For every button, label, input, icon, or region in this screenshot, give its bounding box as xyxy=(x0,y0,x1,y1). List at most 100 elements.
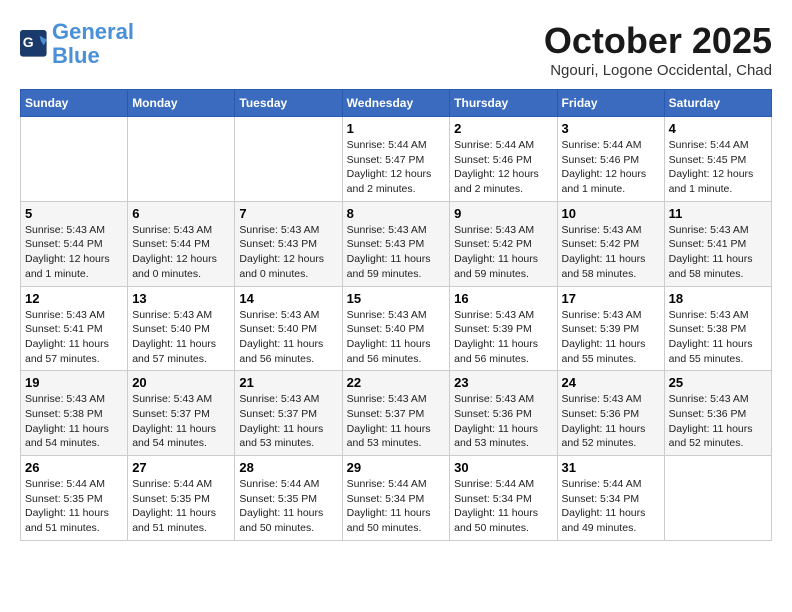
logo-text: General Blue xyxy=(52,20,134,68)
day-number: 26 xyxy=(25,460,123,475)
calendar-cell: 4Sunrise: 5:44 AM Sunset: 5:45 PM Daylig… xyxy=(664,117,771,202)
day-number: 14 xyxy=(239,291,337,306)
cell-info: Sunrise: 5:43 AM Sunset: 5:38 PM Dayligh… xyxy=(669,308,767,367)
calendar-cell: 20Sunrise: 5:43 AM Sunset: 5:37 PM Dayli… xyxy=(128,371,235,456)
day-number: 27 xyxy=(132,460,230,475)
day-number: 21 xyxy=(239,375,337,390)
cell-info: Sunrise: 5:43 AM Sunset: 5:38 PM Dayligh… xyxy=(25,392,123,451)
calendar-header-saturday: Saturday xyxy=(664,90,771,117)
calendar: SundayMondayTuesdayWednesdayThursdayFrid… xyxy=(20,89,772,541)
calendar-cell xyxy=(128,117,235,202)
calendar-cell: 12 Sunrise: 5:43 AM Sunset: 5:41 PM Dayli… xyxy=(21,286,128,371)
day-number: 30 xyxy=(454,460,552,475)
calendar-cell: 11 Sunrise: 5:43 AM Sunset: 5:41 PM Dayli… xyxy=(664,201,771,286)
svg-text:G: G xyxy=(23,34,34,50)
cell-info: Sunrise: 5:44 AM Sunset: 5:34 PM Dayligh… xyxy=(562,477,660,536)
cell-info: Sunrise: 5:44 AM Sunset: 5:34 PM Dayligh… xyxy=(347,477,446,536)
day-number: 31 xyxy=(562,460,660,475)
day-number: 2 xyxy=(454,121,552,136)
cell-info: Sunrise: 5:43 AM Sunset: 5:36 PM Dayligh… xyxy=(669,392,767,451)
cell-info: Sunrise: 5:44 AM Sunset: 5:46 PM Dayligh… xyxy=(562,138,660,197)
day-number: 7 xyxy=(239,206,337,221)
logo: G General Blue xyxy=(20,20,134,68)
calendar-header-thursday: Thursday xyxy=(450,90,557,117)
cell-info: Sunrise: 5:43 AM Sunset: 5:43 PM Dayligh… xyxy=(347,223,446,282)
title-section: October 2025 Ngouri, Logone Occidental, … xyxy=(544,20,772,79)
day-number: 28 xyxy=(239,460,337,475)
cell-info: Sunrise: 5:44 AM Sunset: 5:45 PM Dayligh… xyxy=(669,138,767,197)
calendar-week-row: 12 Sunrise: 5:43 AM Sunset: 5:41 PM Dayli… xyxy=(21,286,772,371)
calendar-header-wednesday: Wednesday xyxy=(342,90,450,117)
calendar-cell: 15 Sunrise: 5:43 AM Sunset: 5:40 PM Dayli… xyxy=(342,286,450,371)
day-number: 24 xyxy=(562,375,660,390)
calendar-cell xyxy=(235,117,342,202)
calendar-header-row: SundayMondayTuesdayWednesdayThursdayFrid… xyxy=(21,90,772,117)
day-number: 15 xyxy=(347,291,446,306)
calendar-cell: 13 Sunrise: 5:43 AM Sunset: 5:40 PM Dayli… xyxy=(128,286,235,371)
cell-info: Sunrise: 5:44 AM Sunset: 5:35 PM Dayligh… xyxy=(132,477,230,536)
day-number: 18 xyxy=(669,291,767,306)
cell-info: Sunrise: 5:43 AM Sunset: 5:37 PM Dayligh… xyxy=(132,392,230,451)
calendar-week-row: 1Sunrise: 5:44 AM Sunset: 5:47 PM Daylig… xyxy=(21,117,772,202)
cell-info: Sunrise: 5:43 AM Sunset: 5:41 PM Dayligh… xyxy=(25,308,123,367)
day-number: 22 xyxy=(347,375,446,390)
cell-info: Sunrise: 5:43 AM Sunset: 5:44 PM Dayligh… xyxy=(25,223,123,282)
cell-info: Sunrise: 5:43 AM Sunset: 5:43 PM Dayligh… xyxy=(239,223,337,282)
day-number: 10 xyxy=(562,206,660,221)
calendar-cell: 25 Sunrise: 5:43 AM Sunset: 5:36 PM Dayli… xyxy=(664,371,771,456)
day-number: 17 xyxy=(562,291,660,306)
calendar-cell: 28Sunrise: 5:44 AM Sunset: 5:35 PM Dayli… xyxy=(235,456,342,541)
cell-info: Sunrise: 5:43 AM Sunset: 5:37 PM Dayligh… xyxy=(239,392,337,451)
cell-info: Sunrise: 5:44 AM Sunset: 5:46 PM Dayligh… xyxy=(454,138,552,197)
calendar-cell: 16 Sunrise: 5:43 AM Sunset: 5:39 PM Dayli… xyxy=(450,286,557,371)
cell-info: Sunrise: 5:43 AM Sunset: 5:39 PM Dayligh… xyxy=(454,308,552,367)
cell-info: Sunrise: 5:44 AM Sunset: 5:47 PM Dayligh… xyxy=(347,138,446,197)
day-number: 13 xyxy=(132,291,230,306)
page-header: G General Blue October 2025 Ngouri, Logo… xyxy=(20,20,772,79)
calendar-cell: 24 Sunrise: 5:43 AM Sunset: 5:36 PM Dayli… xyxy=(557,371,664,456)
calendar-cell: 14Sunrise: 5:43 AM Sunset: 5:40 PM Dayli… xyxy=(235,286,342,371)
calendar-cell: 23 Sunrise: 5:43 AM Sunset: 5:36 PM Dayli… xyxy=(450,371,557,456)
cell-info: Sunrise: 5:43 AM Sunset: 5:39 PM Dayligh… xyxy=(562,308,660,367)
calendar-week-row: 19 Sunrise: 5:43 AM Sunset: 5:38 PM Dayli… xyxy=(21,371,772,456)
cell-info: Sunrise: 5:43 AM Sunset: 5:36 PM Dayligh… xyxy=(454,392,552,451)
day-number: 9 xyxy=(454,206,552,221)
cell-info: Sunrise: 5:43 AM Sunset: 5:44 PM Dayligh… xyxy=(132,223,230,282)
calendar-cell: 6 Sunrise: 5:43 AM Sunset: 5:44 PM Daylig… xyxy=(128,201,235,286)
month-title: October 2025 xyxy=(544,20,772,62)
cell-info: Sunrise: 5:43 AM Sunset: 5:42 PM Dayligh… xyxy=(454,223,552,282)
cell-info: Sunrise: 5:43 AM Sunset: 5:40 PM Dayligh… xyxy=(347,308,446,367)
day-number: 3 xyxy=(562,121,660,136)
calendar-cell xyxy=(21,117,128,202)
day-number: 25 xyxy=(669,375,767,390)
cell-info: Sunrise: 5:43 AM Sunset: 5:37 PM Dayligh… xyxy=(347,392,446,451)
calendar-cell: 22 Sunrise: 5:43 AM Sunset: 5:37 PM Dayli… xyxy=(342,371,450,456)
day-number: 6 xyxy=(132,206,230,221)
calendar-cell: 18 Sunrise: 5:43 AM Sunset: 5:38 PM Dayli… xyxy=(664,286,771,371)
calendar-cell: 1Sunrise: 5:44 AM Sunset: 5:47 PM Daylig… xyxy=(342,117,450,202)
cell-info: Sunrise: 5:43 AM Sunset: 5:41 PM Dayligh… xyxy=(669,223,767,282)
logo-line2: Blue xyxy=(52,43,100,68)
cell-info: Sunrise: 5:43 AM Sunset: 5:40 PM Dayligh… xyxy=(132,308,230,367)
location: Ngouri, Logone Occidental, Chad xyxy=(544,62,772,79)
calendar-cell: 5 Sunrise: 5:43 AM Sunset: 5:44 PM Daylig… xyxy=(21,201,128,286)
cell-info: Sunrise: 5:43 AM Sunset: 5:36 PM Dayligh… xyxy=(562,392,660,451)
calendar-cell: 10Sunrise: 5:43 AM Sunset: 5:42 PM Dayli… xyxy=(557,201,664,286)
logo-line1: General xyxy=(52,19,134,44)
calendar-cell: 17 Sunrise: 5:43 AM Sunset: 5:39 PM Dayli… xyxy=(557,286,664,371)
logo-icon: G xyxy=(20,30,48,58)
calendar-cell: 3 Sunrise: 5:44 AM Sunset: 5:46 PM Daylig… xyxy=(557,117,664,202)
calendar-header-friday: Friday xyxy=(557,90,664,117)
day-number: 19 xyxy=(25,375,123,390)
calendar-header-sunday: Sunday xyxy=(21,90,128,117)
day-number: 12 xyxy=(25,291,123,306)
calendar-cell: 19 Sunrise: 5:43 AM Sunset: 5:38 PM Dayli… xyxy=(21,371,128,456)
calendar-cell: 30Sunrise: 5:44 AM Sunset: 5:34 PM Dayli… xyxy=(450,456,557,541)
calendar-cell: 21 Sunrise: 5:43 AM Sunset: 5:37 PM Dayli… xyxy=(235,371,342,456)
day-number: 16 xyxy=(454,291,552,306)
calendar-header-tuesday: Tuesday xyxy=(235,90,342,117)
calendar-cell xyxy=(664,456,771,541)
day-number: 23 xyxy=(454,375,552,390)
day-number: 5 xyxy=(25,206,123,221)
day-number: 11 xyxy=(669,206,767,221)
